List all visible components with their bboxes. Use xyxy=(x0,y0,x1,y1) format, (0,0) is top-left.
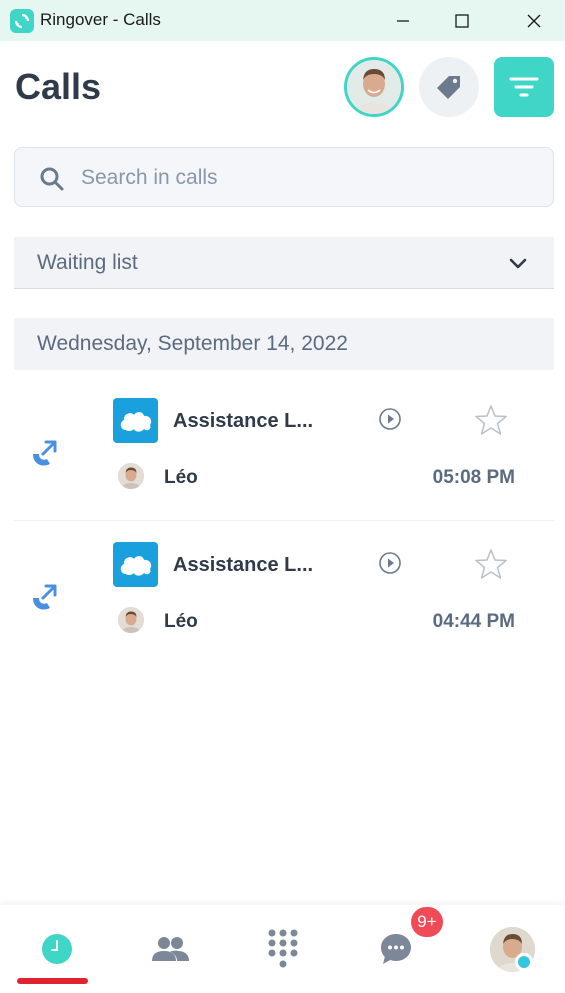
minimize-icon xyxy=(397,19,409,22)
avatar xyxy=(118,607,144,633)
bottom-nav xyxy=(0,905,565,993)
call-row[interactable]: Assistance L... Léo 05:08 PM xyxy=(14,377,554,521)
contact-name[interactable]: Assistance L... xyxy=(173,410,313,433)
active-tab-indicator xyxy=(17,978,88,984)
outgoing-call-icon xyxy=(33,584,57,610)
contacts-icon xyxy=(151,937,189,961)
ringover-logo-icon xyxy=(10,9,34,33)
filter-icon xyxy=(509,77,539,97)
tag-icon xyxy=(437,76,460,99)
call-time: 04:44 PM xyxy=(432,611,515,632)
waiting-list-label: Waiting list xyxy=(37,251,138,274)
page-title: Calls xyxy=(15,66,102,107)
date-group-label: Wednesday, September 14, 2022 xyxy=(37,332,348,355)
date-group-header: Wednesday, September 14, 2022 xyxy=(14,318,554,370)
call-row[interactable]: Assistance L... Léo 04:44 PM xyxy=(14,521,554,665)
dialpad-icon xyxy=(268,929,297,968)
close-icon xyxy=(527,14,541,27)
messages-badge: 9+ xyxy=(411,907,443,937)
outgoing-call-icon xyxy=(33,440,57,466)
tags-button[interactable] xyxy=(419,57,479,117)
maximize-icon xyxy=(455,13,469,28)
clock-icon xyxy=(41,934,72,964)
star-icon[interactable] xyxy=(474,547,508,581)
maximize-button[interactable] xyxy=(439,0,485,41)
salesforce-icon xyxy=(113,398,158,443)
chevron-down-icon xyxy=(509,258,527,269)
contact-name[interactable]: Assistance L... xyxy=(173,554,313,577)
play-recording-icon[interactable] xyxy=(378,551,402,575)
search-input[interactable] xyxy=(81,160,521,196)
tab-contacts[interactable] xyxy=(113,905,226,993)
avatar xyxy=(118,463,144,489)
title-bar: Ringover - Calls xyxy=(0,0,565,41)
user-avatar-button[interactable] xyxy=(344,57,404,117)
waiting-list-toggle[interactable]: Waiting list xyxy=(14,237,554,289)
search-box[interactable] xyxy=(14,147,554,207)
minimize-button[interactable] xyxy=(380,0,426,41)
star-icon[interactable] xyxy=(474,403,508,437)
presence-status-dot xyxy=(515,953,533,971)
play-recording-icon[interactable] xyxy=(378,407,402,431)
tab-dialpad[interactable] xyxy=(226,905,339,993)
avatar xyxy=(347,60,401,114)
window-title: Ringover - Calls xyxy=(40,10,161,29)
salesforce-icon xyxy=(113,542,158,587)
user-name: Léo xyxy=(164,467,198,488)
call-time: 05:08 PM xyxy=(432,467,515,488)
close-button[interactable] xyxy=(511,0,557,41)
search-icon xyxy=(40,167,64,191)
filter-button[interactable] xyxy=(494,57,554,117)
user-name: Léo xyxy=(164,611,198,632)
chat-icon xyxy=(380,934,411,964)
